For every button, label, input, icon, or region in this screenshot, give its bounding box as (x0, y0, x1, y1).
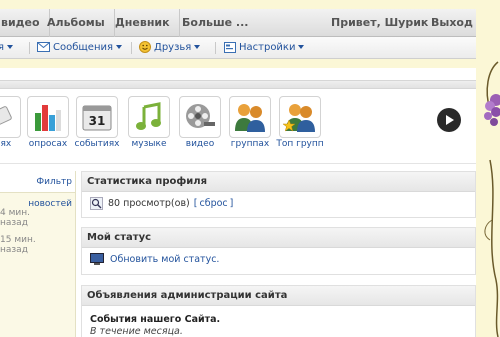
subnav-item-label: Настройки (239, 42, 296, 53)
settings-icon (224, 41, 236, 53)
app-label: видео (185, 139, 215, 149)
notes-icon (0, 96, 21, 138)
my-status-box: Мой статус Обновить мой статус. (81, 227, 476, 275)
news-filter-link[interactable]: Фильтр новостей (0, 171, 75, 209)
monitor-icon (90, 252, 104, 265)
update-status-link[interactable]: Обновить мой статус. (110, 254, 219, 265)
subnav-item-messages[interactable]: Сообщения (37, 37, 123, 59)
views-row: 80 просмотр(ов) [ сброс ] (82, 192, 475, 214)
subnav-item-profile[interactable]: я (0, 37, 14, 59)
tab-albums[interactable]: Альбомы (38, 9, 115, 37)
greeting-text: Привет, Шурик (331, 16, 429, 29)
app-label: музыке (131, 139, 167, 149)
tab-more[interactable]: Больше ... (173, 9, 257, 37)
calendar-icon: 31 (76, 96, 118, 138)
separator (131, 42, 132, 54)
sub-navigation: я Сообщения Друзья Настройки (0, 37, 476, 59)
app-groups[interactable]: группах (226, 96, 274, 156)
calendar-badge: 31 (89, 114, 106, 128)
announcement-subtitle: В течение месяца. (90, 326, 183, 337)
smiley-icon (139, 41, 151, 53)
subnav-item-settings[interactable]: Настройки (224, 37, 305, 59)
admin-announcements-box: Объявления администрации сайта События н… (81, 285, 476, 337)
bracket: ] (229, 197, 234, 209)
app-label: событиях (74, 139, 120, 149)
divider (0, 163, 476, 164)
app-label: Топ групп (276, 139, 324, 149)
separator (215, 42, 216, 54)
play-icon (446, 115, 454, 125)
music-note-icon (128, 96, 170, 138)
top-group-icon (279, 96, 321, 138)
announcement-title: События нашего Сайта. (90, 314, 221, 325)
app-notes[interactable]: ниях (0, 96, 24, 156)
subnav-item-friends[interactable]: Друзья (139, 37, 201, 59)
envelope-icon (37, 42, 50, 52)
chevron-down-icon (298, 45, 305, 49)
bar-chart-icon (27, 96, 69, 138)
box-title: Объявления администрации сайта (82, 286, 475, 306)
chevron-down-icon (194, 45, 201, 49)
subnav-item-label: Друзья (154, 42, 192, 53)
app-label: опросах (28, 139, 68, 149)
panel-header-bar (0, 80, 476, 89)
app-polls[interactable]: опросах (24, 96, 72, 156)
app-video[interactable]: видео (176, 96, 224, 156)
logout-link[interactable]: Выход (431, 9, 473, 37)
magnifier-icon (90, 196, 103, 210)
app-music[interactable]: музыке (125, 96, 173, 156)
tab-diary[interactable]: Дневник (106, 9, 180, 37)
app-events[interactable]: 31 событиях (73, 96, 121, 156)
group-icon (229, 96, 271, 138)
feed-time: 4 мин. назад (0, 208, 30, 228)
main-panel: ниях опросах 31 событиях (0, 68, 476, 337)
play-next-button[interactable] (437, 108, 461, 132)
bracket: [ (193, 197, 198, 209)
top-navigation: видео Альбомы Дневник Больше ... Привет,… (0, 9, 476, 37)
profile-stats-box: Статистика профиля 80 просмотр(ов) [ сбр… (81, 171, 476, 218)
status-row: Обновить мой статус. (82, 248, 475, 270)
subnav-item-label: я (0, 42, 5, 53)
chevron-down-icon (7, 45, 14, 49)
flower-decoration (476, 0, 500, 337)
box-title: Статистика профиля (82, 172, 475, 192)
app-top-groups[interactable]: Топ групп (276, 96, 324, 156)
reset-views-link[interactable]: сброс (199, 198, 227, 209)
chevron-down-icon (116, 45, 123, 49)
feed-time: 15 мин. назад (0, 235, 36, 255)
app-label: ниях (0, 139, 12, 149)
news-feed-column: Фильтр новостей 4 мин. назад 15 мин. наз… (0, 171, 76, 337)
box-title: Мой статус (82, 228, 475, 248)
separator (29, 42, 30, 54)
subnav-item-label: Сообщения (53, 42, 114, 53)
views-count: 80 просмотр(ов) (108, 197, 190, 209)
film-reel-icon (179, 96, 221, 138)
app-label: группах (230, 139, 270, 149)
